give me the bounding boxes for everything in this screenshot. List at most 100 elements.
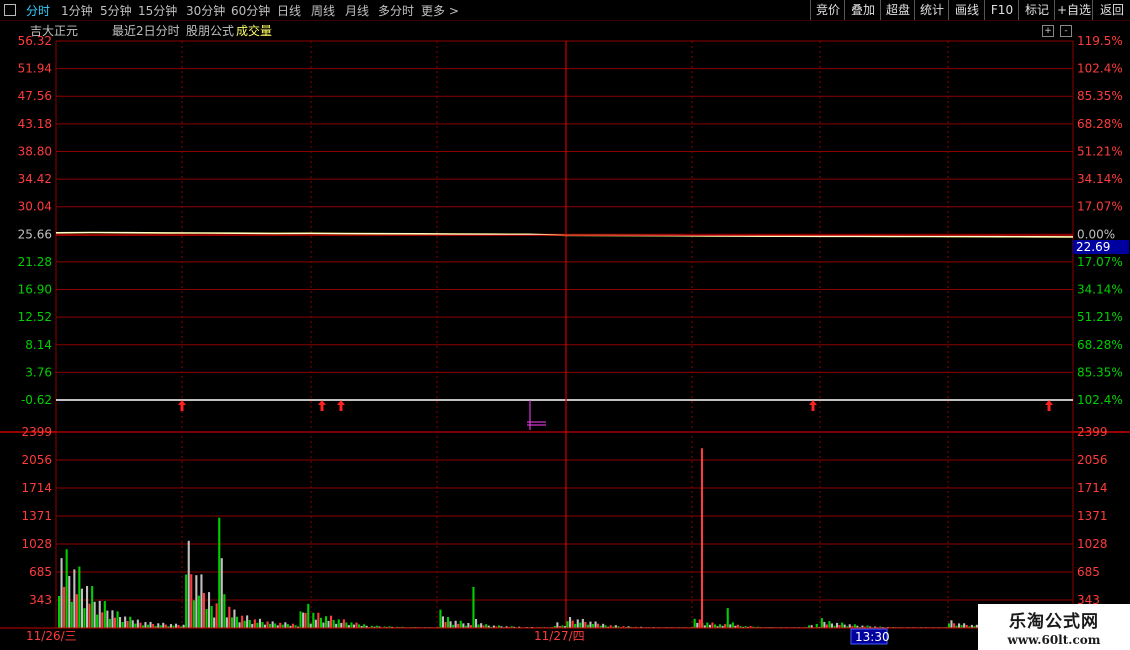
volume-bar [714,624,717,628]
volume-bar [149,621,152,628]
volume-bar [91,586,94,628]
volume-bar [591,624,594,628]
volume-bar [950,620,953,628]
price-label-right: 51.21% [1077,144,1123,158]
volume-bar [164,624,167,628]
volume-bar [447,617,450,628]
volume-bar [261,622,264,628]
volume-bar [706,622,709,628]
volume-bar [698,619,701,628]
volume-bar [330,615,333,628]
volume-bar [291,623,294,628]
volume-bar [88,603,91,628]
volume-bar [589,621,592,628]
volume-bar [197,595,200,628]
volume-bar [251,623,254,628]
volume-bar [228,606,231,628]
volume-bar [475,619,478,628]
price-label-left: -0.62 [21,393,52,407]
volume-bar [581,618,584,628]
volume-bar [119,617,122,628]
watermark-url: www.60lt.com [1007,633,1101,647]
volume-bar [701,448,703,628]
volume-bar [96,614,99,628]
volume-bar [111,610,114,628]
price-label-left: 56.32 [18,34,52,48]
intraday-chart[interactable]: 56.32 119.5% 51.94 102.4% 47.56 85.35% 43.18 68… [0,0,1130,650]
price-label-right: 85.35% [1077,365,1123,379]
volume-bar [185,574,188,628]
volume-bar [477,624,480,628]
volume-bar [144,622,147,628]
volume-bar [947,623,950,628]
volume-bar [963,623,966,628]
volume-bar [441,616,444,628]
volume-bar [556,622,559,628]
volume-label-right: 1028 [1077,537,1108,551]
volume-bar [258,618,261,628]
price-label-right: 17.07% [1077,255,1123,269]
volume-bar [98,600,101,628]
volume-label-left: 1028 [21,537,52,551]
volume-bar [70,601,73,628]
volume-bar [953,623,956,628]
volume-bar [248,620,251,628]
volume-bar [299,611,302,628]
price-label-left: 16.90 [18,283,52,297]
signal-arrow-icon [809,400,817,411]
volume-bar [693,618,696,628]
volume-bar [711,622,714,628]
volume-bar [175,623,178,628]
volume-bar [274,623,277,628]
volume-bar [60,558,63,628]
volume-bar [205,609,208,628]
volume-bar [243,620,246,628]
volume-bar [223,594,226,628]
volume-bar [106,610,109,628]
volume-bar [449,621,452,628]
volume-bar [312,612,315,628]
volume-bar [597,623,600,628]
volume-bar [256,622,259,628]
volume-label-left: 1371 [21,509,52,523]
volume-bar [63,586,66,628]
signal-arrow-icon [178,400,186,411]
volume-bar [485,624,488,628]
price-label-right: 85.35% [1077,89,1123,103]
signal-arrow-icon [1045,400,1053,411]
volume-bar [68,576,71,628]
volume-bar [958,623,961,628]
price-label-right: 17.07% [1077,200,1123,214]
volume-bar [58,596,61,628]
volume-bar [337,619,340,628]
volume-bar [319,617,322,628]
volume-bar [271,621,274,628]
current-price-value: 22.69 [1076,240,1110,254]
volume-bar [253,619,256,628]
volume-bar [200,574,203,628]
volume-bar [696,622,699,628]
volume-bar [86,586,89,628]
volume-bar [93,601,96,628]
price-label-left: 34.42 [18,172,52,186]
volume-label-right: 1371 [1077,509,1108,523]
volume-label-left: 2056 [21,453,52,467]
volume-label-right: 1714 [1077,481,1108,495]
price-label-left: 3.76 [25,365,52,379]
volume-bar [820,618,823,628]
volume-label-left: 1714 [21,481,52,495]
volume-bar [472,586,475,628]
price-label-left: 47.56 [18,89,52,103]
volume-bar [322,622,325,628]
volume-bar [126,621,129,628]
volume-bar [195,575,198,628]
volume-label-right: 685 [1077,565,1100,579]
price-label-left: 30.04 [18,200,52,214]
volume-bar [828,621,831,628]
volume-bar [843,624,846,628]
volume-bar [202,593,205,628]
volume-bar [213,617,216,628]
volume-label-right: 2056 [1077,453,1108,467]
volume-bar [238,622,241,628]
volume-bar [439,609,442,628]
